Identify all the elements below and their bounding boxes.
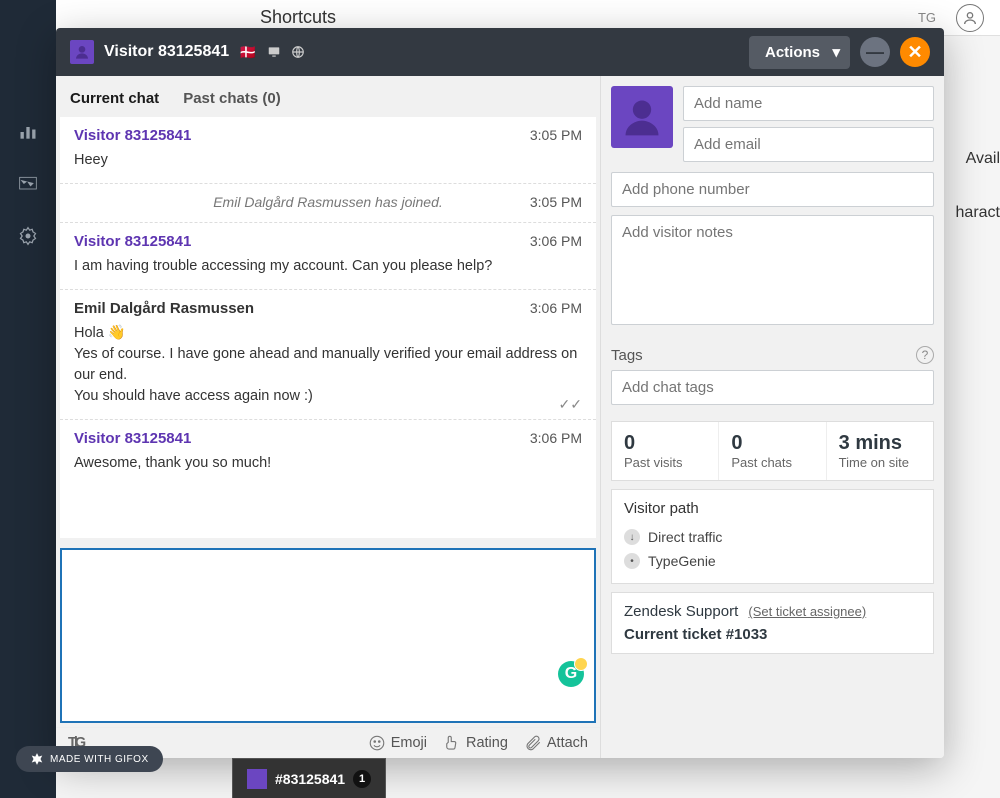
rating-button[interactable]: Rating [443,734,508,752]
message-sender: Visitor 83125841 [74,233,582,250]
actions-dropdown[interactable]: Actions [749,36,850,69]
left-navigation-rail [0,0,56,798]
set-ticket-assignee-link[interactable]: (Set ticket assignee) [748,604,866,619]
modal-title: Visitor 83125841 [104,43,229,61]
message-time: 3:05 PM [530,194,582,210]
country-flag-icon: 🇩🇰 [239,44,256,61]
message-time: 3:06 PM [530,430,582,446]
minimize-button[interactable]: — [860,37,890,67]
stat-past-chats: 0 Past chats [719,422,826,480]
visitor-avatar-small [70,40,94,64]
tags-label: Tags ? [601,338,944,370]
visitor-notes-input[interactable] [611,215,934,325]
grammarly-icon[interactable]: G [558,661,584,687]
message-text: I am having trouble accessing my account… [74,256,582,277]
chat-tab-bottom[interactable]: #83125841 1 [232,758,386,798]
message-visitor: Visitor 831258413:05 PM Heey [60,117,596,183]
stat-past-visits: 0 Past visits [612,422,719,480]
tg-badge-small: TG [918,10,936,25]
monitor-icon[interactable] [16,172,40,196]
read-receipt-icon: ✓✓ [559,396,582,413]
gifox-badge: MADE WITH GIFOX [16,746,163,772]
visitor-details-panel: Tags ? 0 Past visits 0 Past chats 3 mins… [601,76,944,758]
tab-past-chats[interactable]: Past chats (0) [183,90,281,107]
emoji-button[interactable]: Emoji [368,734,427,752]
zendesk-support-box: Zendesk Support (Set ticket assignee) Cu… [611,592,934,654]
user-avatar-icon[interactable] [956,4,984,32]
message-time: 3:05 PM [530,127,582,143]
chat-panel: Current chat Past chats (0) Visitor 8312… [56,76,601,758]
modal-header: Visitor 83125841 🇩🇰 Actions — ✕ [56,28,944,76]
settings-icon[interactable] [16,224,40,248]
system-text: Emil Dalgård Rasmussen has joined. [74,194,582,210]
chat-modal: Visitor 83125841 🇩🇰 Actions — ✕ Current … [56,28,944,758]
message-sender: Visitor 83125841 [74,430,582,447]
shortcuts-tab[interactable]: Shortcuts [260,7,336,28]
visitor-email-input[interactable] [683,127,934,162]
tab-current-chat[interactable]: Current chat [70,90,159,107]
message-time: 3:06 PM [530,300,582,316]
globe-icon [291,45,305,59]
message-system: Emil Dalgård Rasmussen has joined.3:05 P… [60,183,596,222]
desktop-icon [267,45,281,59]
path-bullet-icon: ↓ [624,529,640,545]
message-visitor: Visitor 831258413:06 PM I am having troub… [60,222,596,289]
message-sender: Emil Dalgård Rasmussen [74,300,582,317]
visitor-avatar-large [611,86,673,148]
attach-button[interactable]: Attach [524,734,588,752]
message-visitor: Visitor 831258413:06 PM Awesome, thank yo… [60,419,596,486]
visitor-name-input[interactable] [683,86,934,121]
message-sender: Visitor 83125841 [74,127,582,144]
message-input[interactable] [62,550,594,721]
message-text: Heey [74,150,582,171]
message-text: Awesome, thank you so much! [74,453,582,474]
current-ticket-title: Current ticket #1033 [624,626,921,643]
chat-tabs: Current chat Past chats (0) [56,76,600,117]
visitor-stats: 0 Past visits 0 Past chats 3 mins Time o… [611,421,934,481]
unread-badge: 1 [353,770,371,788]
bottom-tabbar: #83125841 1 [232,758,386,798]
close-button[interactable]: ✕ [900,37,930,67]
transcript: Visitor 831258413:05 PMHeeyEmil Dalgård … [60,117,596,538]
stat-time-on-site: 3 mins Time on site [827,422,933,480]
availability-text: Avail [966,150,1000,168]
analytics-icon[interactable] [16,120,40,144]
visitor-phone-input[interactable] [611,172,934,207]
message-text: Hola 👋Yes of course. I have gone ahead a… [74,323,582,407]
tab-visitor-avatar-icon [247,769,267,789]
path-bullet-icon: • [624,553,640,569]
message-time: 3:06 PM [530,233,582,249]
visitor-path-item[interactable]: •TypeGenie [624,549,921,573]
visitor-path-item[interactable]: ↓Direct traffic [624,525,921,549]
zendesk-support-title: Zendesk Support [624,603,738,620]
visitor-path-box: Visitor path ↓Direct traffic•TypeGenie [611,489,934,584]
message-agent: Emil Dalgård Rasmussen3:06 PM Hola 👋Yes o… [60,289,596,419]
message-composer: G [60,548,596,723]
characters-text: haract [956,204,1000,222]
chat-tags-input[interactable] [611,370,934,405]
help-icon[interactable]: ? [916,346,934,364]
